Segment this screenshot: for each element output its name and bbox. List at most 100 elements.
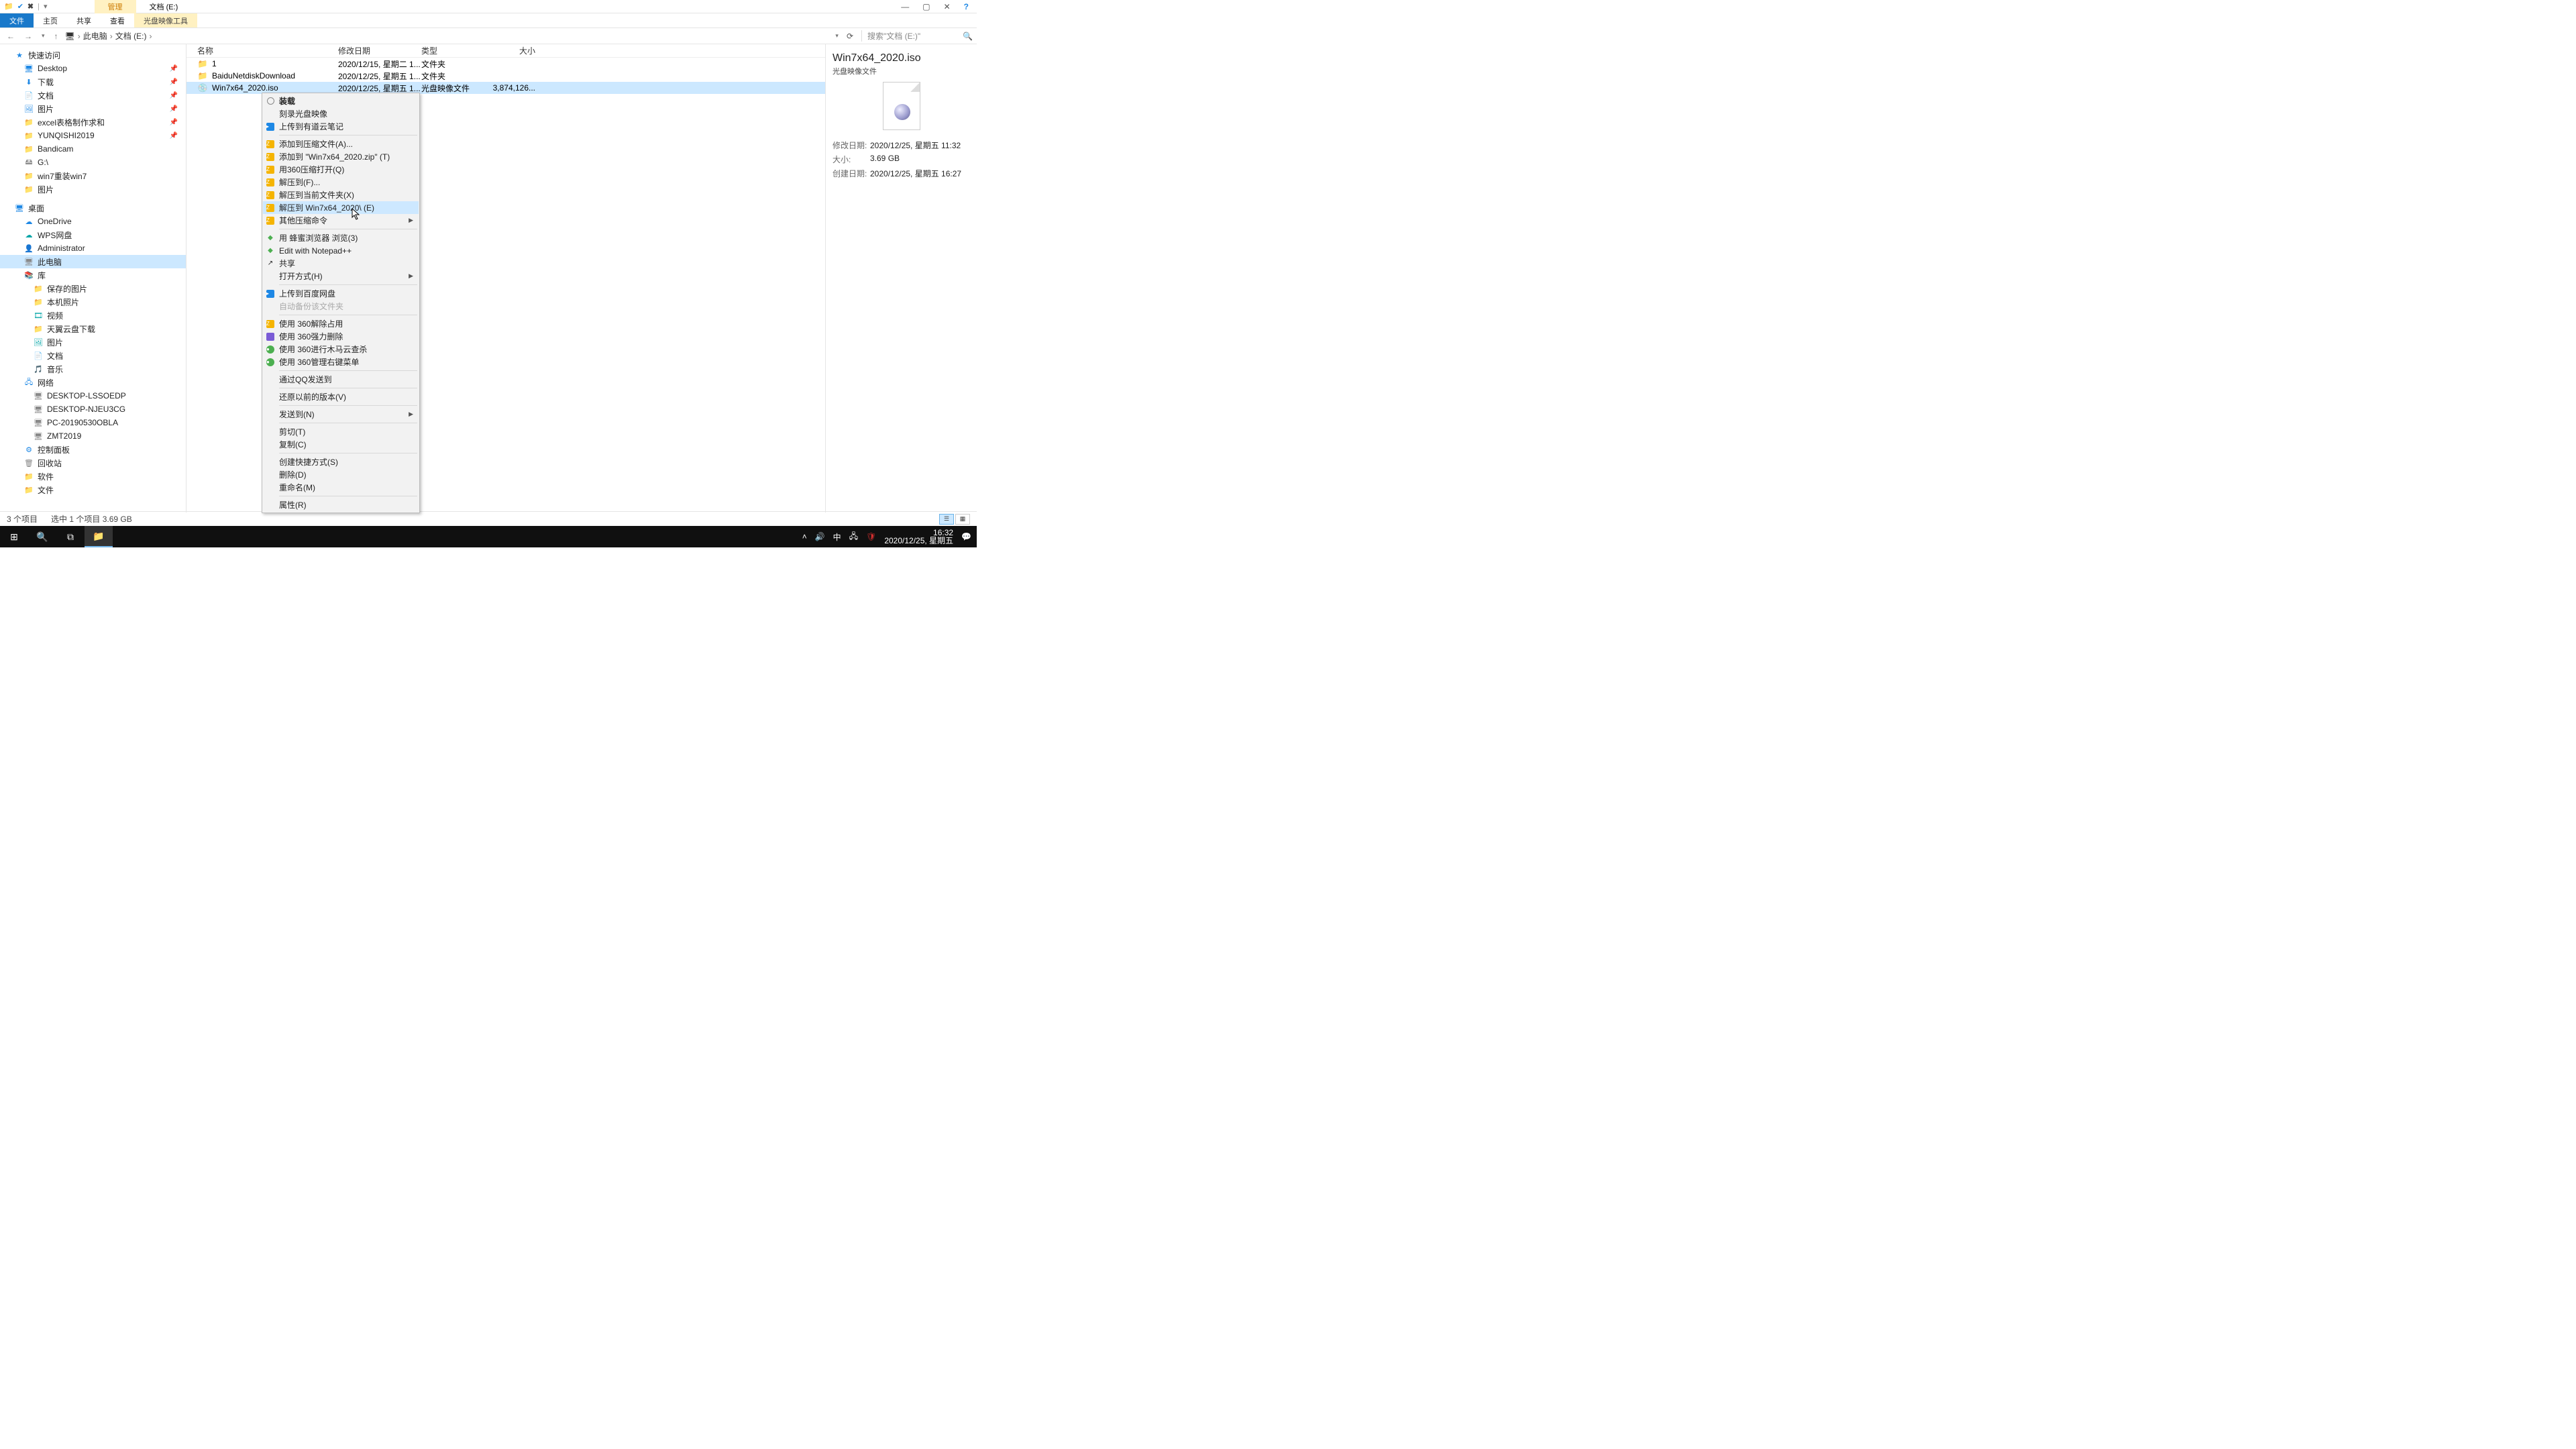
context-menu-item[interactable]: 创建快捷方式(S) (263, 455, 419, 468)
breadcrumb-segment[interactable]: 此电脑 (83, 30, 107, 42)
context-menu-item[interactable]: 重命名(M) (263, 481, 419, 494)
tree-item[interactable]: 👤Administrator (0, 241, 186, 255)
notifications-button[interactable]: 💬 (961, 532, 971, 541)
task-view-button[interactable]: ⧉ (56, 526, 85, 547)
breadcrumb[interactable]: 🖥 › 此电脑 › 文档 (E:) › (65, 30, 832, 42)
file-row[interactable]: 📁 BaiduNetdiskDownload 2020/12/25, 星期五 1… (186, 70, 825, 82)
context-menu-item[interactable]: ●使用 360管理右键菜单 (263, 356, 419, 368)
tree-item[interactable]: 🖧网络 (0, 376, 186, 389)
context-menu-item[interactable]: 复制(C) (263, 438, 419, 451)
tree-item[interactable]: 📄文档📌 (0, 89, 186, 102)
close-button[interactable]: ✕ (944, 2, 951, 11)
tree-item[interactable]: 🖥Desktop📌 (0, 62, 186, 75)
view-details-button[interactable]: ☰ (939, 514, 954, 525)
column-header-name[interactable]: 名称 (197, 45, 338, 56)
tree-item[interactable]: 🖼图片 (0, 335, 186, 349)
maximize-button[interactable]: ▢ (922, 2, 930, 11)
ribbon-tab-file[interactable]: 文件 (0, 13, 34, 28)
tree-item[interactable]: 📁本机照片 (0, 295, 186, 309)
tray-ime-icon[interactable]: 中 (833, 531, 841, 543)
breadcrumb-segment[interactable]: 文档 (E:) (115, 30, 147, 42)
context-menu-item[interactable]: Z其他压缩命令▶ (263, 214, 419, 227)
context-menu-item[interactable]: ●使用 360进行木马云查杀 (263, 343, 419, 356)
ribbon-tab-view[interactable]: 查看 (101, 13, 134, 28)
nav-forward-button[interactable]: → (21, 32, 35, 41)
context-menu-item[interactable]: 还原以前的版本(V) (263, 390, 419, 403)
context-menu-item[interactable]: ↗共享 (263, 257, 419, 270)
context-menu-item[interactable]: ◆Edit with Notepad++ (263, 244, 419, 257)
tree-item[interactable]: 🎵音乐 (0, 362, 186, 376)
qa-close-icon[interactable]: ✖ (28, 2, 34, 11)
context-menu-item[interactable]: 打开方式(H)▶ (263, 270, 419, 282)
navigation-tree[interactable]: ★快速访问🖥Desktop📌⬇下载📌📄文档📌🖼图片📌📁excel表格制作求和📌📁… (0, 44, 186, 513)
context-menu-item[interactable]: Z解压到当前文件夹(X) (263, 189, 419, 201)
context-menu-item[interactable]: Z添加到压缩文件(A)... (263, 138, 419, 150)
context-menu-item[interactable]: 使用 360强力删除 (263, 330, 419, 343)
tree-item[interactable]: 📁软件 (0, 470, 186, 483)
taskbar-search-button[interactable]: 🔍 (28, 526, 56, 547)
tree-item[interactable]: 🖥DESKTOP-NJEU3CG (0, 402, 186, 416)
tree-item[interactable]: 🖥PC-20190530OBLA (0, 416, 186, 429)
tray-volume-icon[interactable]: 🔊 (815, 532, 825, 541)
context-menu-item[interactable]: 删除(D) (263, 468, 419, 481)
tree-item[interactable]: 🖥此电脑 (0, 255, 186, 268)
tree-item[interactable]: ⚙控制面板 (0, 443, 186, 456)
tree-item[interactable]: 🖼图片📌 (0, 102, 186, 115)
column-headers[interactable]: 名称 修改日期 类型 大小 (186, 44, 825, 58)
start-button[interactable]: ⊞ (0, 526, 28, 547)
context-menu-item[interactable]: 属性(R) (263, 498, 419, 511)
context-menu-item[interactable]: ▸上传到百度网盘 (263, 287, 419, 300)
context-menu-item[interactable]: Z解压到 Win7x64_2020\ (E) (263, 201, 419, 214)
tree-item[interactable]: 📁YUNQISHI2019📌 (0, 129, 186, 142)
taskbar-clock[interactable]: 16:32 2020/12/25, 星期五 (884, 529, 953, 545)
ribbon-tab-home[interactable]: 主页 (34, 13, 67, 28)
context-menu-item[interactable]: 剪切(T) (263, 425, 419, 438)
tray-network-icon[interactable]: 🖧 (849, 530, 858, 544)
context-menu-item[interactable]: 通过QQ发送到 (263, 373, 419, 386)
help-button[interactable]: ? (964, 2, 969, 11)
ribbon-tab-disc-tools[interactable]: 光盘映像工具 (134, 13, 197, 28)
tree-item[interactable]: 📁文件 (0, 483, 186, 496)
context-menu-item[interactable]: Z添加到 "Win7x64_2020.zip" (T) (263, 150, 419, 163)
tree-item[interactable]: ★快速访问 (0, 48, 186, 62)
column-header-size[interactable]: 大小 (488, 45, 535, 56)
context-menu-item[interactable]: 刻录光盘映像 (263, 107, 419, 120)
tree-item[interactable]: 📁excel表格制作求和📌 (0, 115, 186, 129)
context-menu-item[interactable]: Z使用 360解除占用 (263, 317, 419, 330)
tree-item[interactable]: 📁图片 (0, 182, 186, 196)
context-menu-item[interactable]: ▸上传到有道云笔记 (263, 120, 419, 133)
tree-item[interactable]: 🖥DESKTOP-LSSOEDP (0, 389, 186, 402)
tree-item[interactable]: ☁WPS网盘 (0, 228, 186, 241)
tree-item[interactable]: 🖥ZMT2019 (0, 429, 186, 443)
context-menu-item[interactable]: ◆用 蜂蜜浏览器 浏览(3) (263, 231, 419, 244)
tree-item[interactable]: 🖥桌面 (0, 201, 186, 215)
tree-item[interactable]: 📁Bandicam (0, 142, 186, 156)
tree-item[interactable]: ☁OneDrive (0, 215, 186, 228)
tray-overflow-icon[interactable]: ˄ (802, 532, 807, 541)
file-row[interactable]: 📁 1 2020/12/15, 星期二 1... 文件夹 (186, 58, 825, 70)
tree-item[interactable]: 📄文档 (0, 349, 186, 362)
tree-item[interactable]: 🎞视频 (0, 309, 186, 322)
nav-back-button[interactable]: ← (4, 32, 17, 41)
minimize-button[interactable]: — (901, 2, 909, 11)
qa-dropdown-icon[interactable]: ▾ (44, 2, 48, 11)
tree-item[interactable]: 📁win7重装win7 (0, 169, 186, 182)
tree-item[interactable]: 🗑回收站 (0, 456, 186, 470)
qa-checkmark-icon[interactable]: ✔ (17, 2, 23, 11)
ribbon-tab-share[interactable]: 共享 (67, 13, 101, 28)
context-menu-item[interactable]: 发送到(N)▶ (263, 408, 419, 421)
column-header-date[interactable]: 修改日期 (338, 45, 421, 56)
context-menu-item[interactable]: Z用360压缩打开(Q) (263, 163, 419, 176)
nav-up-button[interactable]: ↑ (52, 32, 61, 41)
nav-recent-dropdown[interactable]: ▾ (39, 32, 48, 40)
taskbar-explorer-button[interactable]: 📁 (85, 526, 113, 547)
tray-security-icon[interactable]: 🛡 (866, 532, 876, 541)
context-menu-item[interactable]: Z解压到(F)... (263, 176, 419, 189)
address-dropdown-icon[interactable]: ▾ (835, 32, 839, 40)
view-thumbnails-button[interactable]: ▦ (955, 514, 970, 525)
search-input[interactable]: 搜索"文档 (E:)" 🔍 (861, 30, 973, 42)
refresh-button[interactable]: ⟳ (843, 32, 857, 41)
tree-item[interactable]: 📚库 (0, 268, 186, 282)
tree-item[interactable]: ⬇下载📌 (0, 75, 186, 89)
tree-item[interactable]: 📁保存的图片 (0, 282, 186, 295)
